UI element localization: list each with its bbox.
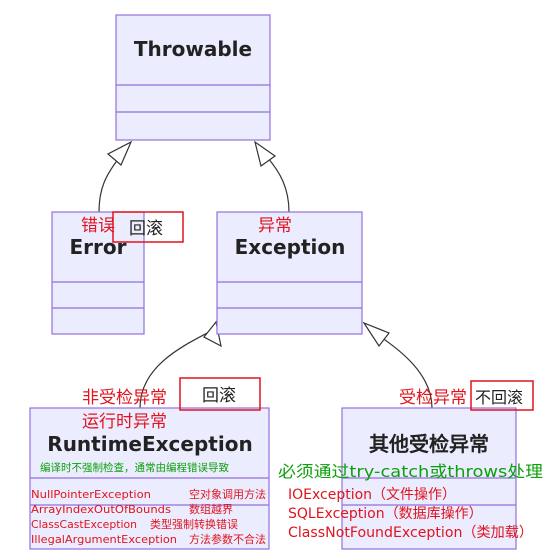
inheritance-arrow-error (106, 140, 133, 166)
checked-member-1: SQLException（数据库操作） (288, 506, 483, 522)
checked-member-2: ClassNotFoundException（类加载） (288, 525, 533, 541)
checked-label-cn: 受检异常 (399, 388, 467, 408)
edge-error-to-throwable (98, 157, 120, 213)
runtime-member-0-name: NullPointerException (31, 488, 151, 501)
checked-no-rollback-tag: 不回滚 (475, 388, 523, 407)
class-throwable: Throwable (115, 14, 271, 141)
runtime-member-0-desc: 空对象调用方法 (189, 487, 266, 501)
error-label-cn: 错误 (81, 216, 115, 236)
runtime-rollback-tag: 回滚 (202, 386, 236, 406)
runtime-member-1-desc: 数组越界 (189, 502, 233, 516)
runtime-label-cn-runtime: 运行时异常 (82, 412, 167, 432)
runtime-label-cn-unchecked: 非受检异常 (82, 388, 167, 408)
checked-member-0: IOException（文件操作） (288, 487, 456, 503)
runtime-note: 编译时不强制检查，通常由编程错误导致 (40, 461, 229, 474)
runtime-member-1-name: ArrayIndexOutOfBounds (31, 503, 171, 516)
exception-title: Exception (235, 235, 346, 259)
class-hierarchy-diagram: Throwable Error 错误 回滚 Exception 异常 Runti… (29, 14, 543, 550)
exception-label-cn: 异常 (258, 216, 292, 236)
error-title: Error (70, 235, 127, 259)
error-rollback-tag: 回滚 (129, 219, 163, 239)
runtime-member-2-desc: 类型强制转换错误 (150, 517, 238, 531)
checked-note: 必须通过try-catch或throws处理 (278, 462, 543, 481)
runtime-member-2-name: ClassCastException (31, 518, 137, 531)
throwable-title: Throwable (134, 37, 252, 61)
runtime-member-3-name: IllegalArgumentException (31, 533, 177, 546)
edge-exception-to-throwable (266, 156, 290, 213)
inheritance-arrow-checked (362, 321, 390, 348)
runtime-title: RuntimeException (47, 432, 252, 456)
runtime-member-3-desc: 方法参数不合法 (189, 532, 266, 546)
checked-title: 其他受检异常 (369, 432, 489, 456)
